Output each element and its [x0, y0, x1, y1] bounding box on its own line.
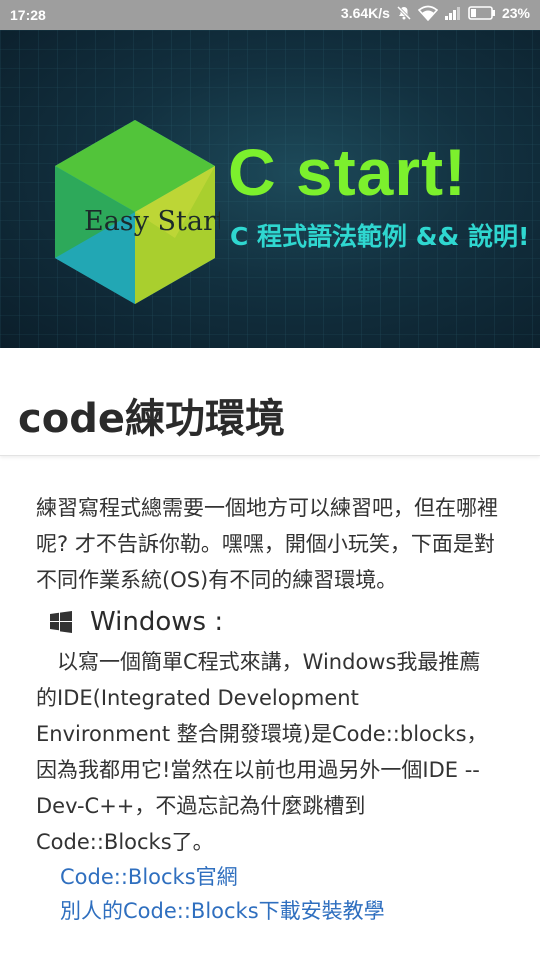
- windows-logo-icon: [50, 611, 72, 633]
- battery-level: 23%: [501, 5, 530, 21]
- page-title: code練功環境: [18, 396, 285, 442]
- article-body: 練習寫程式總需要一個地方可以練習吧，但在哪裡呢? 才不告訴你勒。嘿嘿，開個小玩笑…: [36, 490, 506, 928]
- codeblocks-official-link[interactable]: Code::Blocks官網: [60, 860, 506, 894]
- signal-icon: [444, 5, 462, 21]
- title-bar: code練功環境: [0, 348, 540, 456]
- hero-title: C start!: [228, 135, 468, 209]
- status-time: 17:28: [10, 7, 46, 23]
- windows-section-heading: Windows :: [36, 602, 506, 642]
- logo-text: Easy Start: [84, 206, 220, 237]
- wifi-icon: [417, 5, 438, 21]
- hero-subtitle: C 程式語法範例 && 說明!: [230, 222, 530, 251]
- easy-start-logo: Easy Start: [55, 120, 220, 304]
- windows-heading-text: Windows :: [90, 607, 224, 637]
- mute-icon: [396, 5, 412, 21]
- codeblocks-install-tutorial-link[interactable]: 別人的Code::Blocks下載安裝教學: [60, 894, 506, 928]
- windows-paragraph-text: 以寫一個簡單C程式來講，Windows我最推薦的IDE(Integrated D…: [36, 650, 488, 854]
- intro-paragraph: 練習寫程式總需要一個地方可以練習吧，但在哪裡呢? 才不告訴你勒。嘿嘿，開個小玩笑…: [36, 496, 498, 592]
- net-speed: 3.64K/s: [340, 5, 390, 21]
- windows-paragraph: 以寫一個簡單C程式來講，Windows我最推薦的IDE(Integrated D…: [36, 644, 496, 860]
- hero-banner: Easy Start C start! C 程式語法範例 && 說明!: [0, 30, 540, 348]
- status-right: 3.64K/s 23%: [341, 5, 530, 21]
- links-list: Code::Blocks官網 別人的Code::Blocks下載安裝教學: [60, 860, 506, 928]
- battery-icon: [468, 5, 496, 21]
- status-bar: 17:28 3.64K/s 23%: [0, 0, 540, 30]
